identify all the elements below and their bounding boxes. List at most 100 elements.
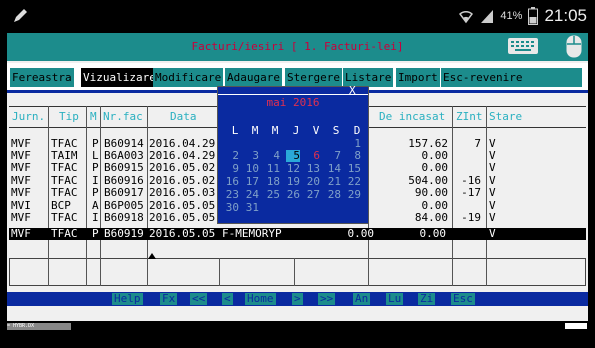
fkey-first[interactable]: <<: [190, 293, 208, 305]
cell-stare: V: [489, 227, 496, 240]
fkey-lu[interactable]: Lu: [386, 293, 404, 305]
calendar-day[interactable]: 4: [266, 150, 280, 162]
col-header-stare[interactable]: Stare: [489, 110, 522, 123]
calendar-day[interactable]: 26: [286, 189, 300, 201]
weekday-label: L: [231, 124, 239, 137]
calendar-day[interactable]: 31: [245, 202, 259, 214]
menu-adaugare[interactable]: Adaugare: [225, 68, 282, 87]
calendar-day[interactable]: 3: [245, 150, 259, 162]
fkey-esc[interactable]: Esc: [451, 293, 475, 305]
cell-nrfac: B60919: [104, 227, 144, 240]
column-divider: [294, 258, 295, 286]
cell-data: 2016.05.05: [149, 211, 216, 224]
column-divider: [100, 258, 101, 286]
col-header-tip[interactable]: Tip: [59, 110, 79, 123]
cell-incasat: 0.00: [419, 227, 447, 240]
cell-jurn: MVF: [11, 211, 31, 224]
cell-m: I: [92, 211, 99, 224]
calendar-day[interactable]: 17: [245, 176, 259, 188]
cell-incasat: 84.00: [414, 211, 448, 224]
fkey-fx[interactable]: Fx: [160, 293, 178, 305]
menu-stergere[interactable]: Stergere: [285, 68, 342, 87]
cell-suma: 0.00: [347, 227, 375, 240]
menu-modificare[interactable]: Modificare: [153, 68, 224, 87]
calendar-day[interactable]: 27: [306, 189, 320, 201]
calendar-day[interactable]: 30: [225, 202, 239, 214]
mouse-icon[interactable]: [566, 35, 582, 58]
fkey-next[interactable]: >: [292, 293, 303, 305]
calendar-day[interactable]: 14: [327, 163, 341, 175]
cell-data: 2016.05.02: [149, 161, 216, 174]
calendar-day[interactable]: 20: [306, 176, 320, 188]
calendar-day[interactable]: 28: [327, 189, 341, 201]
cell-zint: -17: [461, 186, 481, 199]
status-bar-right: 41% 21:05: [458, 6, 587, 26]
calendar-day[interactable]: 15: [347, 163, 361, 175]
col-header-incasat[interactable]: De incasat: [379, 110, 445, 123]
col-header-nrfac[interactable]: Nr.fac: [103, 110, 143, 123]
calendar-day[interactable]: 24: [245, 189, 259, 201]
calendar-day[interactable]: 6: [306, 150, 320, 162]
column-divider: [147, 258, 148, 286]
col-header-data[interactable]: Data: [170, 110, 197, 123]
calendar-day[interactable]: 16: [225, 176, 239, 188]
calendar-day[interactable]: 2: [225, 150, 239, 162]
cell-stare: V: [489, 186, 496, 199]
calendar-frame-line: [218, 94, 368, 95]
battery-icon: [528, 7, 539, 25]
calendar-day[interactable]: 5: [286, 150, 300, 162]
col-header-m[interactable]: M: [90, 110, 97, 123]
calendar-day[interactable]: 12: [286, 163, 300, 175]
calendar-day[interactable]: 10: [245, 163, 259, 175]
cell-m: P: [92, 161, 99, 174]
calendar-day[interactable]: 7: [327, 150, 341, 162]
table-row-selected[interactable]: MVF TFAC P B60919 2016.05.05 F-MEMORYP 0…: [9, 228, 586, 240]
taskbar: [0, 321, 595, 339]
fkey-zi[interactable]: Zi: [418, 293, 436, 305]
fkey-help[interactable]: Help: [112, 293, 143, 305]
cell-jurn: MVF: [11, 186, 31, 199]
calendar-day[interactable]: 29: [347, 189, 361, 201]
taskbar-item[interactable]: = HYBR.DX: [7, 323, 71, 330]
cell-data: 2016.05.05: [149, 227, 216, 240]
cell-incasat: 0.00: [421, 161, 449, 174]
menu-fereastra[interactable]: Fereastra: [10, 68, 74, 87]
fkey-last[interactable]: >>: [318, 293, 336, 305]
calendar-day[interactable]: 21: [327, 176, 341, 188]
calendar-day[interactable]: 23: [225, 189, 239, 201]
calendar-day[interactable]: 25: [266, 189, 280, 201]
fkey-prev[interactable]: <: [222, 293, 233, 305]
signal-icon: [481, 10, 494, 23]
cell-nrfac: B60917: [104, 186, 144, 199]
cell-tip: TFAC: [51, 186, 78, 199]
cell-stare: V: [489, 161, 496, 174]
keyboard-icon[interactable]: [508, 38, 538, 54]
pen-icon: [14, 9, 27, 22]
column-divider: [452, 258, 453, 286]
calendar-day[interactable]: 13: [306, 163, 320, 175]
cell-client: F-MEMORYP: [222, 227, 282, 240]
calendar-day[interactable]: 8: [347, 150, 361, 162]
calendar-day[interactable]: 19: [286, 176, 300, 188]
taskbar-indicator: [565, 323, 587, 329]
fkey-home[interactable]: Home: [245, 293, 276, 305]
cell-m: P: [92, 227, 99, 240]
calendar-day[interactable]: 9: [225, 163, 239, 175]
menu-vizualizare[interactable]: Vizualizare: [81, 68, 158, 87]
fkey-an[interactable]: An: [353, 293, 371, 305]
cell-zint: 7: [474, 137, 481, 150]
calendar-day[interactable]: 18: [266, 176, 280, 188]
weekday-label: D: [353, 124, 361, 137]
calendar-day[interactable]: 22: [347, 176, 361, 188]
menu-esc-revenire[interactable]: Esc-revenire: [441, 68, 582, 87]
col-header-jurn[interactable]: Jurn.: [12, 110, 45, 123]
calendar-month-title: mai 2016: [266, 96, 320, 109]
totals-area: [9, 258, 586, 286]
cell-stare: V: [489, 211, 496, 224]
col-header-zint[interactable]: ZInt: [456, 110, 483, 123]
menu-import[interactable]: Import: [396, 68, 440, 87]
column-divider: [486, 258, 487, 286]
wifi-icon: [459, 10, 474, 24]
calendar-day[interactable]: 11: [266, 163, 280, 175]
cell-nrfac: B60915: [104, 161, 144, 174]
